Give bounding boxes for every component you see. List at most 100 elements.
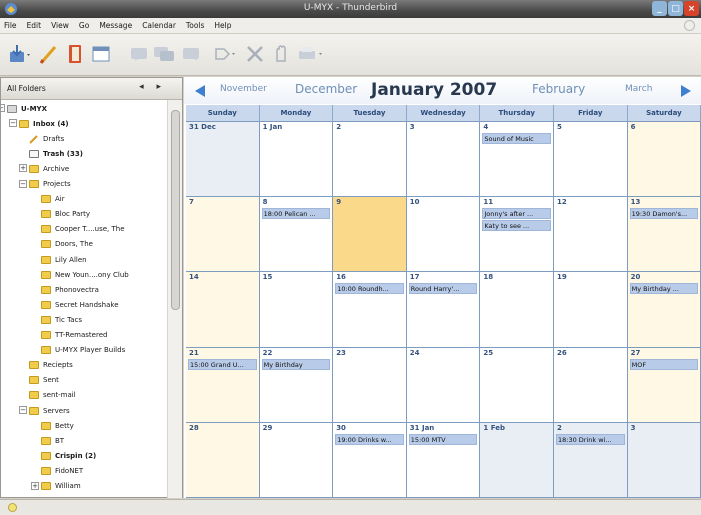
- folder-item[interactable]: BT: [41, 434, 64, 447]
- day-cell[interactable]: 1 Jan: [259, 122, 334, 198]
- day-cell[interactable]: 4 Sound of Music: [480, 122, 554, 198]
- menu-tools[interactable]: Tools: [186, 21, 204, 30]
- maximize-button[interactable]: □: [668, 1, 683, 16]
- day-cell[interactable]: 23: [333, 347, 407, 423]
- reply-all-button[interactable]: [152, 42, 176, 66]
- menu-calendar[interactable]: Calendar: [142, 21, 176, 30]
- calendar-button[interactable]: [90, 42, 112, 66]
- day-cell[interactable]: 10: [406, 197, 481, 273]
- calendar-event[interactable]: Round Harry'...: [408, 283, 478, 295]
- day-cell[interactable]: 9: [333, 197, 407, 273]
- folder-item[interactable]: Trash (33): [29, 147, 83, 160]
- calendar-event[interactable]: My Birthday: [261, 358, 331, 370]
- day-cell[interactable]: 2 18:30 Drink wi...: [554, 422, 628, 498]
- write-button[interactable]: [38, 42, 60, 66]
- folder-item[interactable]: New Youn....ony Club: [41, 268, 129, 281]
- folder-view-arrows-icon[interactable]: ◂ ▸: [139, 82, 166, 92]
- calendar-event[interactable]: 15:00 Grand U...: [188, 358, 257, 370]
- folder-item[interactable]: Servers: [29, 404, 70, 417]
- folder-expander-icon[interactable]: −: [19, 406, 27, 414]
- day-cell[interactable]: 11 Jonny's after ... Katy to see ...: [480, 197, 554, 273]
- folder-item[interactable]: Inbox (4): [19, 117, 69, 130]
- day-cell[interactable]: 6: [627, 122, 701, 198]
- menu-go[interactable]: Go: [79, 21, 89, 30]
- minimize-button[interactable]: _: [652, 1, 667, 16]
- folder-item[interactable]: sent-mail: [29, 389, 76, 402]
- folder-expander-icon[interactable]: +: [19, 164, 27, 173]
- menu-edit[interactable]: Edit: [27, 21, 42, 30]
- get-mail-button[interactable]: [8, 42, 34, 66]
- folder-view-label[interactable]: All Folders: [7, 84, 46, 93]
- calendar-event[interactable]: MOF: [629, 358, 699, 370]
- online-status-icon[interactable]: [8, 503, 17, 512]
- day-cell[interactable]: 27 MOF: [627, 347, 701, 423]
- folder-item[interactable]: TT-Remastered: [41, 329, 107, 342]
- scrollbar-thumb[interactable]: [171, 110, 180, 310]
- day-cell[interactable]: 5: [554, 122, 628, 198]
- folder-item[interactable]: William: [41, 480, 81, 493]
- delete-button[interactable]: [244, 42, 266, 66]
- day-cell[interactable]: 16 10:00 Roundh...: [333, 272, 407, 348]
- folder-item[interactable]: Cooper T....use, The: [41, 223, 125, 236]
- folder-item[interactable]: U-MYX: [7, 102, 47, 115]
- folder-item[interactable]: Phonovectra: [41, 283, 99, 296]
- nav-month-february[interactable]: February: [532, 82, 585, 96]
- folder-item[interactable]: Reciepts: [29, 359, 73, 372]
- calendar-event[interactable]: 19:00 Drinks w...: [335, 433, 404, 445]
- day-cell[interactable]: 30 19:00 Drinks w...: [333, 422, 407, 498]
- calendar-event[interactable]: 15:00 MTV: [408, 433, 478, 445]
- folder-item[interactable]: Projects: [29, 178, 71, 191]
- close-button[interactable]: ×: [684, 1, 699, 16]
- day-cell[interactable]: 15: [259, 272, 334, 348]
- folder-item[interactable]: Doors, The: [41, 238, 93, 251]
- day-cell[interactable]: 26: [554, 347, 628, 423]
- folder-expander-icon[interactable]: +: [31, 481, 39, 490]
- folder-item[interactable]: Tic Tacs: [41, 313, 82, 326]
- address-book-button[interactable]: [64, 42, 86, 66]
- nav-month-march[interactable]: March: [625, 84, 652, 94]
- menu-file[interactable]: File: [4, 21, 17, 30]
- nav-month-december[interactable]: December: [295, 82, 357, 96]
- day-cell[interactable]: 25: [480, 347, 554, 423]
- tag-button[interactable]: [212, 42, 238, 66]
- day-cell[interactable]: 8 18:00 Pelican ...: [259, 197, 334, 273]
- print-button[interactable]: [296, 42, 326, 66]
- menu-message[interactable]: Message: [99, 21, 132, 30]
- folder-item[interactable]: Crispin (2): [41, 449, 96, 462]
- folder-item[interactable]: Sent: [29, 374, 59, 387]
- folder-item[interactable]: Archive: [29, 162, 69, 175]
- folder-item[interactable]: Drafts: [29, 132, 64, 145]
- day-cell[interactable]: 24: [406, 347, 481, 423]
- calendar-event[interactable]: 18:30 Drink wi...: [556, 433, 625, 445]
- day-cell[interactable]: 17 Round Harry'...: [406, 272, 481, 348]
- day-cell[interactable]: 12: [554, 197, 628, 273]
- calendar-event[interactable]: Jonny's after ...: [482, 208, 551, 220]
- day-cell[interactable]: 1 Feb: [480, 422, 554, 498]
- day-cell[interactable]: 14: [186, 272, 260, 348]
- calendar-event[interactable]: 10:00 Roundh...: [335, 283, 404, 295]
- folder-expander-icon[interactable]: −: [1, 104, 5, 112]
- forward-button[interactable]: [180, 42, 204, 66]
- folder-item[interactable]: Betty: [41, 419, 74, 432]
- day-cell[interactable]: 22 My Birthday: [259, 347, 334, 423]
- folder-expander-icon[interactable]: −: [19, 179, 27, 188]
- calendar-event[interactable]: 18:00 Pelican ...: [261, 208, 331, 220]
- day-cell[interactable]: 18: [480, 272, 554, 348]
- menu-view[interactable]: View: [51, 21, 69, 30]
- folder-item[interactable]: FidoNET: [41, 464, 83, 477]
- previous-month-arrow-icon[interactable]: [192, 83, 208, 99]
- folder-expander-icon[interactable]: −: [9, 119, 17, 128]
- day-cell[interactable]: 31 Dec: [186, 122, 260, 198]
- calendar-event[interactable]: My Birthday ...: [629, 283, 699, 295]
- folder-item[interactable]: Air: [41, 193, 65, 206]
- folder-item[interactable]: U-MYX Player Builds: [41, 344, 125, 357]
- calendar-event[interactable]: Sound of Music: [482, 133, 551, 144]
- folder-item[interactable]: Bloc Party: [41, 208, 90, 221]
- day-cell[interactable]: 3: [627, 422, 701, 498]
- day-cell[interactable]: 29: [259, 422, 334, 498]
- next-month-arrow-icon[interactable]: [678, 83, 694, 99]
- folder-item[interactable]: Lily Allen: [41, 253, 87, 266]
- calendar-event[interactable]: Katy to see ...: [482, 220, 551, 232]
- day-cell[interactable]: 31 Jan 15:00 MTV: [406, 422, 481, 498]
- day-cell[interactable]: 7: [186, 197, 260, 273]
